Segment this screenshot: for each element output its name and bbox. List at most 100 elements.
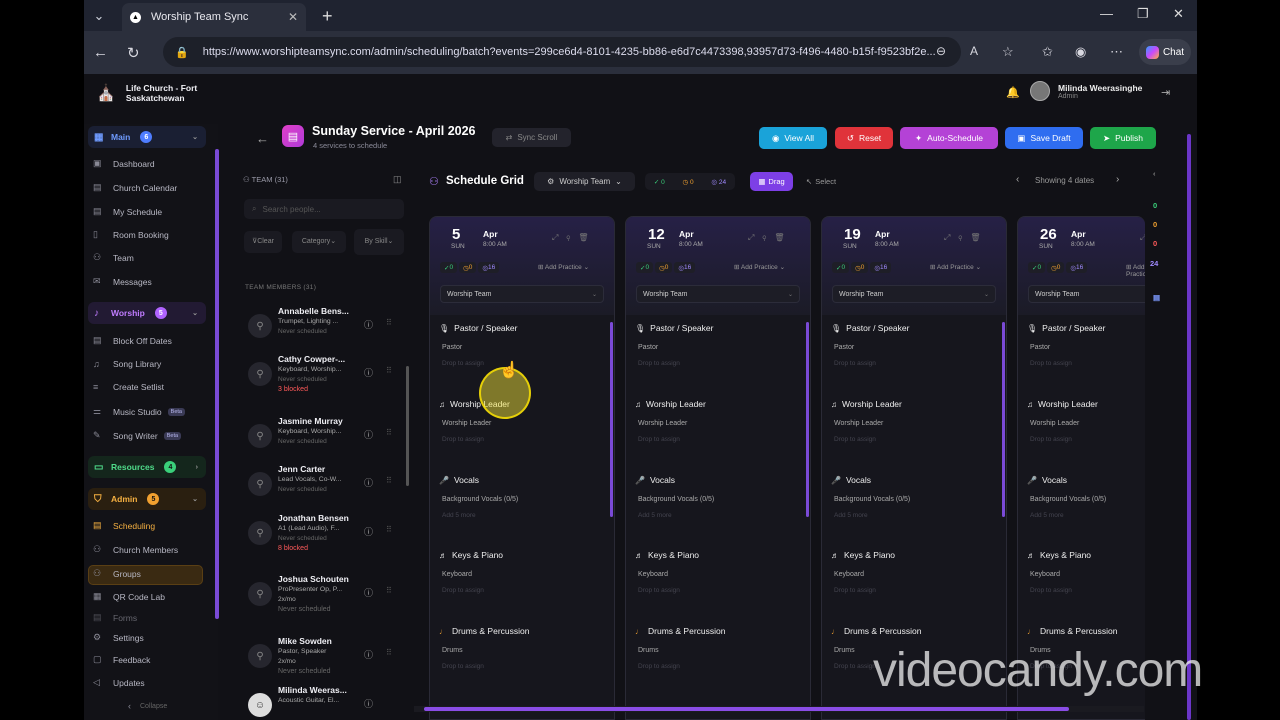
- team-scrollbar[interactable]: [406, 366, 409, 486]
- church-brand[interactable]: ⛪ Life Church - Fort Saskatchewan: [96, 83, 197, 103]
- prev-dates-icon[interactable]: ‹: [1016, 174, 1019, 185]
- column-scrollbar[interactable]: [1002, 322, 1005, 517]
- sidebar-item-song-writer[interactable]: ✎ Song Writer Beta: [93, 430, 182, 441]
- drop-zone[interactable]: Drop to assign: [442, 436, 484, 443]
- grid-horizontal-scrollbar[interactable]: [424, 707, 1069, 711]
- user-add-icon[interactable]: ⚲: [762, 233, 774, 242]
- clear-filter-button[interactable]: ⊽ Clear: [244, 231, 282, 253]
- bell-icon[interactable]: 🔔: [1006, 86, 1020, 99]
- trash-icon[interactable]: 🗑: [774, 233, 792, 242]
- auto-schedule-button[interactable]: ✦ Auto-Schedule: [900, 127, 998, 149]
- sidebar-item-forms[interactable]: ▤ Forms: [93, 612, 137, 623]
- drop-zone[interactable]: Add 5 more: [834, 512, 868, 519]
- next-dates-icon[interactable]: ›: [1116, 174, 1119, 185]
- copilot-chat-button[interactable]: Chat: [1139, 39, 1191, 65]
- column-team-select[interactable]: Worship Team ⌄: [440, 285, 604, 303]
- favorite-star-icon[interactable]: ☆: [1002, 44, 1014, 60]
- drop-zone[interactable]: Drop to assign: [638, 587, 680, 594]
- column-team-select[interactable]: Worship Team ⌄: [636, 285, 800, 303]
- drag-handle-icon[interactable]: ⠿: [386, 525, 392, 534]
- favorites-icon[interactable]: ✩: [1042, 44, 1053, 60]
- more-menu-icon[interactable]: ⋯: [1110, 44, 1123, 60]
- reset-button[interactable]: ↺ Reset: [835, 127, 893, 149]
- info-icon[interactable]: ⓘ: [364, 318, 373, 331]
- team-filter-select[interactable]: ⚙ Worship Team ⌄: [534, 172, 635, 191]
- sidebar-item-church-members[interactable]: ⚇ Church Members: [93, 544, 178, 555]
- trash-icon[interactable]: 🗑: [578, 233, 596, 242]
- sidebar-item-team[interactable]: ⚇ Team: [93, 252, 134, 263]
- drag-handle-icon[interactable]: ⠿: [386, 476, 392, 485]
- user-menu[interactable]: Milinda Weerasinghe Admin: [1030, 81, 1142, 101]
- sidebar-section-admin[interactable]: ⛉ Admin 5 ⌄: [88, 488, 206, 510]
- profile-icon[interactable]: ◉: [1075, 44, 1086, 60]
- user-add-icon[interactable]: ⚲: [566, 233, 578, 242]
- trash-icon[interactable]: 🗑: [970, 233, 988, 242]
- select-mode-button[interactable]: ↖ Select: [796, 172, 846, 191]
- sidebar-item-church-calendar[interactable]: ▤ Church Calendar: [93, 182, 177, 193]
- sidebar-item-song-library[interactable]: ♫ Song Library: [93, 359, 161, 369]
- drop-zone[interactable]: Drop to assign: [442, 360, 484, 367]
- close-tab-icon[interactable]: ✕: [288, 10, 298, 24]
- drag-handle-icon[interactable]: ⠿: [386, 318, 392, 327]
- expand-icon[interactable]: ⤢: [944, 233, 958, 242]
- drop-zone[interactable]: Drop to assign: [638, 663, 680, 670]
- sidebar-item-scheduling[interactable]: ▤ Scheduling: [93, 520, 155, 531]
- collapse-rail-icon[interactable]: ‹: [1153, 169, 1156, 178]
- sidebar-item-messages[interactable]: ✉ Messages: [93, 276, 152, 287]
- drop-zone[interactable]: Drop to assign: [442, 587, 484, 594]
- read-aloud-icon[interactable]: A: [970, 44, 978, 58]
- drop-zone[interactable]: Add 5 more: [1030, 512, 1064, 519]
- drop-zone[interactable]: Drop to assign: [834, 663, 876, 670]
- view-all-button[interactable]: ◉ View All: [759, 127, 827, 149]
- team-member-row[interactable]: ☺ Milinda Weeras... Acoustic Guitar, El.…: [244, 685, 406, 720]
- tab-list-icon[interactable]: ⌄: [84, 0, 114, 31]
- drag-handle-icon[interactable]: ⠿: [386, 366, 392, 375]
- collapse-button[interactable]: ‹ Collapse: [128, 701, 167, 711]
- expand-icon[interactable]: ⤢: [748, 233, 762, 242]
- drag-handle-icon[interactable]: ⠿: [386, 586, 392, 595]
- drag-mode-button[interactable]: ▦ Drag: [750, 172, 793, 191]
- column-team-select[interactable]: Worship Team ⌄: [832, 285, 996, 303]
- add-practice-button[interactable]: ⊞ Add Practice ⌄: [930, 263, 981, 271]
- user-add-icon[interactable]: ⚲: [958, 233, 970, 242]
- column-scrollbar[interactable]: [610, 322, 613, 517]
- add-practice-button[interactable]: ⊞ Add Practice ⌄: [538, 263, 589, 271]
- sidebar-item-settings[interactable]: ⚙ Settings: [93, 632, 144, 643]
- sidebar-item-groups[interactable]: ⚇ Groups: [93, 568, 141, 579]
- info-icon[interactable]: ⓘ: [364, 648, 373, 661]
- column-scrollbar[interactable]: [806, 322, 809, 517]
- search-input[interactable]: ⌕ Search people...: [244, 199, 404, 219]
- panel-toggle-icon[interactable]: ◫: [393, 174, 402, 185]
- sidebar-item-block-off-dates[interactable]: ▤ Block Off Dates: [93, 335, 172, 346]
- info-icon[interactable]: ⓘ: [364, 697, 373, 710]
- category-select[interactable]: Category ⌄: [292, 231, 346, 253]
- info-icon[interactable]: ⓘ: [364, 366, 373, 379]
- back-arrow-icon[interactable]: ←: [256, 131, 269, 146]
- team-member-row[interactable]: ⚲ Annabelle Bens... Trumpet, Lighting ..…: [244, 306, 406, 352]
- team-member-row[interactable]: ⚲ Jonathan Bensen A1 (Lead Audio), F... …: [244, 513, 406, 559]
- sync-scroll-button[interactable]: ⇄ Sync Scroll: [492, 128, 571, 147]
- info-icon[interactable]: ⓘ: [364, 476, 373, 489]
- drop-zone[interactable]: Drop to assign: [638, 360, 680, 367]
- minimize-icon[interactable]: —: [1100, 6, 1113, 21]
- drop-zone[interactable]: Drop to assign: [1030, 436, 1072, 443]
- info-icon[interactable]: ⓘ: [364, 525, 373, 538]
- drag-handle-icon[interactable]: ⠿: [386, 428, 392, 437]
- sidebar-section-main[interactable]: ▦ Main 6 ⌄: [88, 126, 206, 148]
- url-field[interactable]: 🔒 https://www.worshipteamsync.com/admin/…: [163, 37, 961, 67]
- drop-zone[interactable]: Drop to assign: [1030, 587, 1072, 594]
- add-practice-button[interactable]: ⊞ Add Practice: [1126, 263, 1145, 278]
- sidebar-item-feedback[interactable]: ▢ Feedback: [93, 654, 150, 665]
- column-team-select[interactable]: Worship Team: [1028, 285, 1145, 303]
- browser-tab[interactable]: ▲ Worship Team Sync ✕: [122, 3, 306, 31]
- team-member-row[interactable]: ⚲ Jasmine Murray Keyboard, Worship... Ne…: [244, 416, 406, 462]
- expand-icon[interactable]: ⤢: [552, 233, 566, 242]
- expand-icon[interactable]: ⤢: [1140, 233, 1145, 242]
- sidebar-item-dashboard[interactable]: ▣ Dashboard: [93, 158, 155, 169]
- new-tab-icon[interactable]: +: [322, 6, 333, 27]
- publish-button[interactable]: ➤ Publish: [1090, 127, 1156, 149]
- close-window-icon[interactable]: ✕: [1173, 6, 1184, 22]
- back-arrow-icon[interactable]: ←: [93, 44, 108, 61]
- info-icon[interactable]: ⓘ: [364, 586, 373, 599]
- sidebar-item-qr-code-lab[interactable]: ▦ QR Code Lab: [93, 591, 165, 602]
